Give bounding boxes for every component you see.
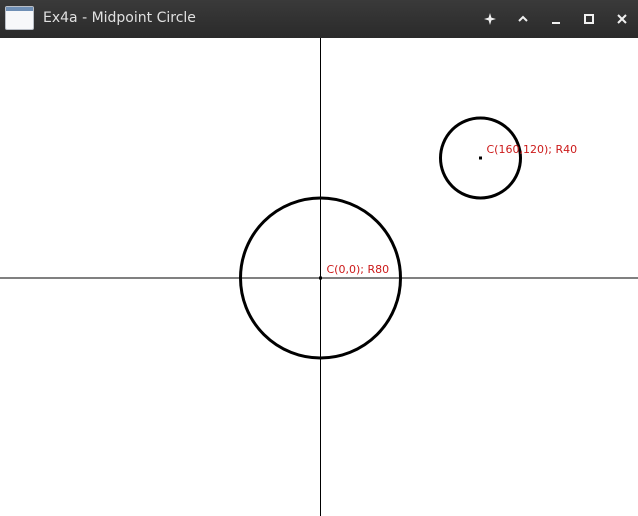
close-icon[interactable] [612,9,632,29]
circle-label: C(160,120); R40 [487,143,578,156]
window-title: Ex4a - Midpoint Circle [43,10,196,26]
title-bar[interactable]: Ex4a - Midpoint Circle [0,0,638,38]
pin-icon[interactable] [480,9,500,29]
maximize-icon[interactable] [579,9,599,29]
minimize-icon[interactable] [546,9,566,29]
app-window-icon[interactable] [5,6,34,30]
app-window: Ex4a - Midpoint Circle C(0,0); R80 C(160,… [0,0,638,516]
center-point [479,156,482,160]
drawing-canvas[interactable]: C(0,0); R80 C(160,120); R40 [0,38,638,516]
circle-group: C(160,120); R40 [439,116,578,200]
circles-layer: C(0,0); R80 C(160,120); R40 [239,116,578,360]
scene-svg: C(0,0); R80 C(160,120); R40 [0,38,638,516]
circle-label: C(0,0); R80 [327,263,390,276]
center-point [319,276,322,280]
chevron-up-icon[interactable] [513,9,533,29]
